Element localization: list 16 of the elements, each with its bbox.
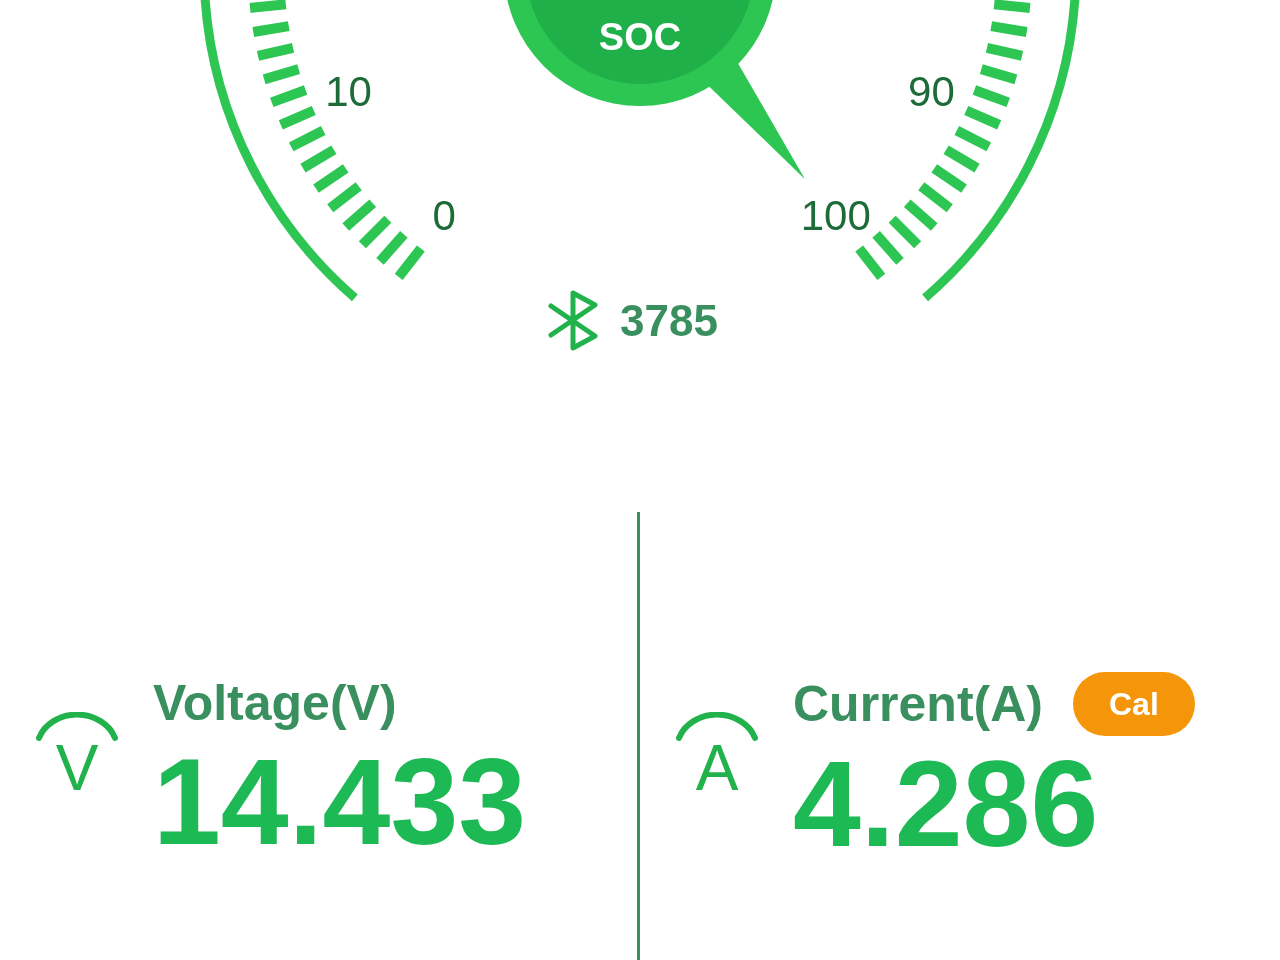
- unit-symbol: V: [55, 736, 99, 800]
- bluetooth-icon: [548, 290, 598, 351]
- arc-icon: [675, 712, 759, 742]
- unit-symbol: A: [695, 736, 739, 800]
- reading-value: 14.433: [153, 738, 527, 867]
- arc-icon: [35, 712, 119, 742]
- scale-label: 10: [325, 68, 372, 116]
- reading-label: Current(A): [793, 675, 1043, 734]
- scale-label: 0: [432, 191, 456, 239]
- reading-value: 4.286: [793, 740, 1100, 869]
- reading-label: Voltage(V): [153, 674, 397, 733]
- device-id: 3785: [620, 296, 718, 345]
- calibrate-button[interactable]: Cal: [1073, 672, 1195, 736]
- scale-label: 90: [908, 68, 955, 116]
- soc-label: SOC: [598, 16, 682, 59]
- scale-label: 100: [800, 191, 871, 239]
